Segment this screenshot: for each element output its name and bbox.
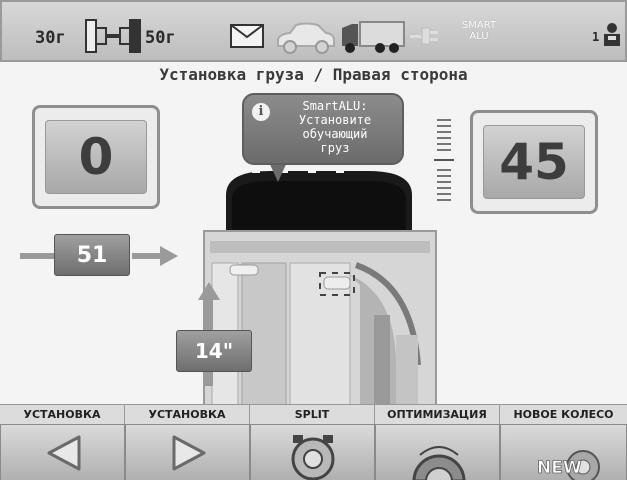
right-weight-value: 45 [483,125,585,199]
split-icon [291,435,335,480]
callout-line-3: обучающий [302,127,368,141]
function-buttons: NEW [0,424,627,480]
label-right-setup: УСТАНОВКА [125,405,250,425]
left-setup-button[interactable] [0,424,125,480]
new-badge-text: NEW [537,458,582,478]
plug-icon [410,27,438,45]
smart-alu-line1: SMART [461,20,497,31]
distance-value: 51 [54,234,130,276]
smartalu-callout: i SmartALU: Установите обучающий груз [242,93,404,165]
callout-line-4: груз [320,141,350,155]
new-wheel-icon: NEW [537,450,600,480]
optimization-icon [412,446,466,480]
split-button[interactable] [250,424,375,480]
right-setup-button[interactable] [125,424,250,480]
user-number: 1 [592,30,600,44]
envelope-icon[interactable] [230,24,264,48]
top-status-bar: 30г 50г SMART ALU 1 [0,0,627,62]
label-split: SPLIT [250,405,375,425]
left-weight-box: 0 [32,105,160,209]
operator-icon[interactable] [601,22,623,48]
truck-icon[interactable] [340,18,406,56]
label-left-setup: УСТАНОВКА [0,405,125,425]
weight-min-label: 30г [35,28,66,48]
right-weight-box: 45 [470,110,598,214]
page-title: Установка груза / Правая сторона [159,65,468,84]
diameter-value: 14" [176,330,252,372]
left-triangle-icon [47,435,81,471]
smart-alu-line2: ALU [469,31,489,42]
callout-line-1: SmartALU: [302,99,368,113]
new-wheel-button[interactable]: NEW [500,424,627,480]
label-new-wheel: НОВОЕ КОЛЕСО [513,408,614,421]
optimization-button[interactable] [375,424,500,480]
left-weight-value: 0 [45,120,147,194]
label-optimization: ОПТИМИЗАЦИЯ [375,405,500,425]
right-triangle-icon [172,435,206,471]
car-icon[interactable] [274,20,338,54]
weight-max-label: 50г [145,28,176,48]
function-labels: УСТАНОВКА УСТАНОВКА SPLIT ОПТИМИЗАЦИЯ НО… [0,404,627,425]
callout-line-2: Установите [298,113,372,127]
wheel-balance-icon [85,19,141,53]
smart-alu-indicator: SMART ALU [448,20,510,42]
